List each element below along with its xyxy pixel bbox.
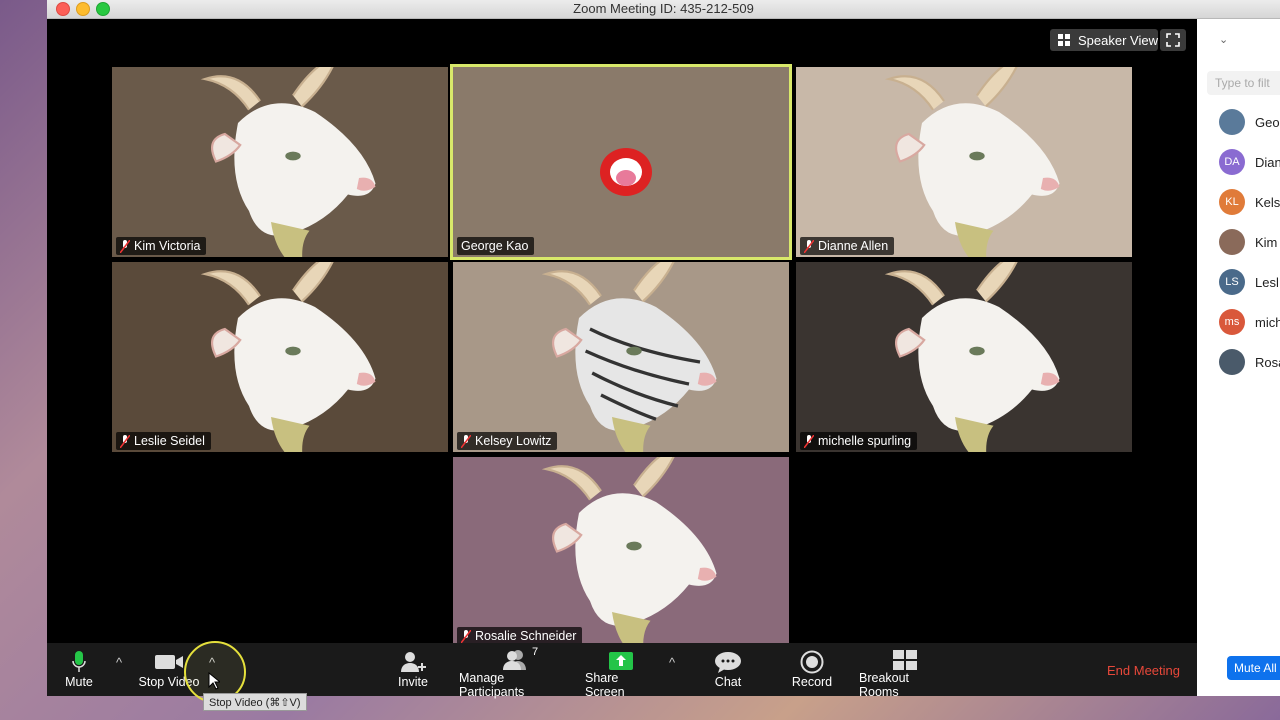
participant-list-item[interactable]: DA Dian <box>1219 149 1280 175</box>
avatar <box>1219 229 1245 255</box>
participants-panel: ⌄ Type to filt Geo DA Dian KL Kels Kim L… <box>1197 19 1280 696</box>
record-button[interactable]: Record <box>791 649 833 695</box>
participant-list-item[interactable]: Kim <box>1219 229 1277 255</box>
grid-icon <box>1058 34 1070 46</box>
participant-name-tag: Leslie Seidel <box>116 432 211 450</box>
participant-list-name: mich <box>1255 314 1280 330</box>
chat-label: Chat <box>714 675 742 689</box>
video-camera-icon <box>154 649 184 675</box>
participant-list-name: Kim <box>1255 234 1278 250</box>
share-options-caret[interactable]: ^ <box>669 655 675 670</box>
add-user-icon <box>398 649 428 675</box>
goat-filter-icon <box>541 457 717 647</box>
audio-options-caret[interactable]: ^ <box>116 655 122 670</box>
breakout-rooms-button[interactable]: Breakout Rooms <box>859 649 951 699</box>
participant-name-tag: michelle spurling <box>800 432 918 450</box>
video-tile[interactable]: michelle spurling <box>796 262 1132 452</box>
participant-count: 7 <box>532 646 539 658</box>
participant-name: Dianne Allen <box>818 239 889 253</box>
window-titlebar: Zoom Meeting ID: 435-212-509 <box>47 0 1280 19</box>
participant-name: Kim Victoria <box>134 239 201 253</box>
video-tile[interactable]: Leslie Seidel <box>112 262 448 452</box>
goat-filter-icon <box>200 67 376 257</box>
participant-list-name: Lesl <box>1255 274 1279 290</box>
muted-microphone-icon <box>804 434 814 448</box>
end-meeting-button[interactable]: End Meeting <box>1107 663 1180 678</box>
participant-list-name: Geo <box>1255 114 1280 130</box>
avatar <box>1219 109 1245 135</box>
invite-button[interactable]: Invite <box>395 649 431 695</box>
speaker-view-label: Speaker View <box>1078 32 1158 48</box>
record-icon <box>800 649 824 675</box>
avatar: ms <box>1219 309 1245 335</box>
participant-list-name: Kels <box>1255 194 1280 210</box>
video-tile[interactable]: George Kao <box>450 64 792 260</box>
chat-button[interactable]: Chat <box>711 649 745 695</box>
muted-microphone-icon <box>804 239 814 253</box>
mute-label: Mute <box>65 675 93 689</box>
participant-list-item[interactable]: LS Lesl <box>1219 269 1279 295</box>
manage-participants-button[interactable]: 7 Manage Participants <box>459 646 571 699</box>
participant-list-name: Dian <box>1255 154 1280 170</box>
share-screen-icon <box>608 649 634 671</box>
participant-list-name: Rosa <box>1255 354 1280 370</box>
participant-list-item[interactable]: ms mich <box>1219 309 1280 335</box>
video-tile[interactable]: Dianne Allen <box>796 67 1132 257</box>
participant-name-tag: George Kao <box>457 237 535 255</box>
speaker-view-button[interactable]: Speaker View <box>1050 29 1158 51</box>
participant-filter-input[interactable]: Type to filt <box>1207 71 1280 95</box>
participant-name: michelle spurling <box>818 434 912 448</box>
share-screen-label: Share Screen <box>585 671 625 699</box>
goat-filter-icon <box>884 262 1060 452</box>
goat-filter-icon <box>200 262 376 452</box>
chevron-down-icon[interactable]: ⌄ <box>1219 33 1228 46</box>
video-tile[interactable]: Kim Victoria <box>112 67 448 257</box>
chat-bubble-icon <box>714 649 742 675</box>
muted-microphone-icon <box>120 239 130 253</box>
participant-name: Leslie Seidel <box>134 434 205 448</box>
stop-video-tooltip: Stop Video (⌘⇧V) <box>203 693 307 711</box>
participant-name: George Kao <box>461 239 529 253</box>
breakout-rooms-label: Breakout Rooms <box>859 671 910 699</box>
mute-button[interactable]: Mute <box>61 649 97 695</box>
mouth-filter-icon <box>600 148 652 196</box>
participant-name: Kelsey Lowitz <box>475 434 552 448</box>
participants-icon: 7 <box>500 646 538 671</box>
video-tile[interactable]: Rosalie Schneider <box>453 457 789 647</box>
fullscreen-icon <box>1166 33 1180 47</box>
video-tile[interactable]: Kelsey Lowitz <box>453 262 789 452</box>
mouse-cursor-icon <box>208 672 220 690</box>
mute-all-button[interactable]: Mute All <box>1227 656 1280 680</box>
record-label: Record <box>791 675 833 689</box>
manage-participants-label: Manage Participants <box>459 671 525 699</box>
window-title: Zoom Meeting ID: 435-212-509 <box>573 1 754 16</box>
avatar <box>1219 349 1245 375</box>
share-screen-button[interactable]: Share Screen <box>585 649 657 699</box>
participant-name-tag: Dianne Allen <box>800 237 895 255</box>
participant-list-item[interactable]: Geo <box>1219 109 1280 135</box>
participant-name: Rosalie Schneider <box>475 629 577 643</box>
participant-list-item[interactable]: Rosa <box>1219 349 1280 375</box>
muted-microphone-icon <box>461 629 471 643</box>
avatar: LS <box>1219 269 1245 295</box>
goat-filter-icon <box>884 67 1060 257</box>
avatar: KL <box>1219 189 1245 215</box>
muted-microphone-icon <box>120 434 130 448</box>
participant-name-tag: Kelsey Lowitz <box>457 432 558 450</box>
invite-label: Invite <box>398 675 428 689</box>
breakout-rooms-icon <box>892 649 918 671</box>
muted-microphone-icon <box>461 434 471 448</box>
participant-list-item[interactable]: KL Kels <box>1219 189 1280 215</box>
goat-filter-icon <box>541 262 717 452</box>
fullscreen-button[interactable] <box>1160 29 1186 51</box>
avatar: DA <box>1219 149 1245 175</box>
microphone-icon <box>71 649 87 675</box>
participant-name-tag: Kim Victoria <box>116 237 207 255</box>
